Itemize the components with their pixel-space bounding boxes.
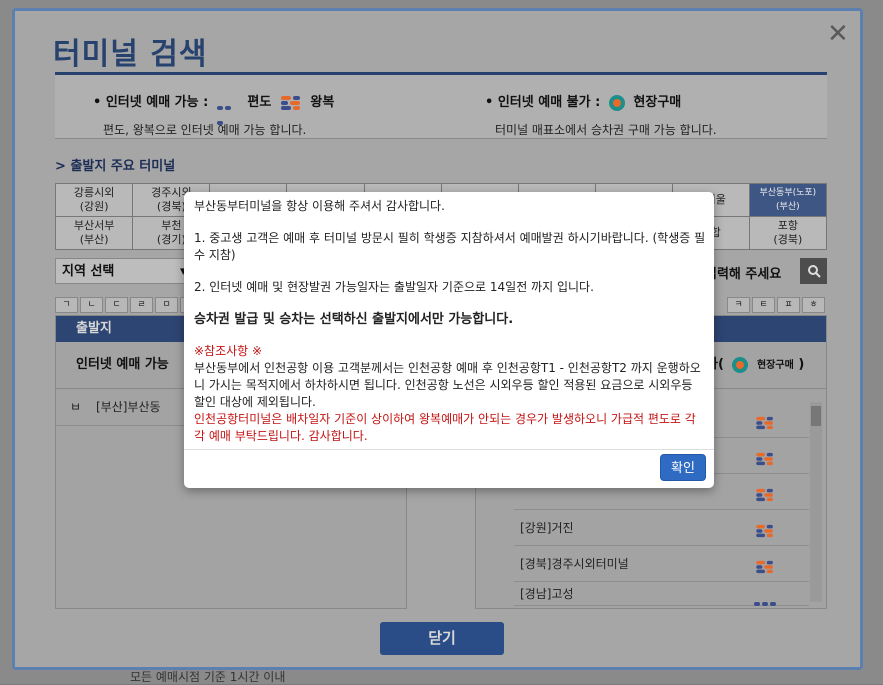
section-title: > 출발지 주요 터미널 bbox=[55, 159, 176, 174]
roundtrip-icon bbox=[280, 95, 300, 110]
search-icon[interactable] bbox=[800, 258, 827, 284]
background-text: 모든 예매시점 기준 1시간 이내 bbox=[130, 670, 286, 684]
onsite-purchase-icon bbox=[608, 94, 625, 111]
terminal-cell-selected[interactable]: 부산동부(노포) (부산) bbox=[748, 183, 828, 217]
modal-divider bbox=[184, 449, 714, 450]
region-select[interactable]: 지역 선택 ▾ bbox=[55, 258, 195, 284]
consonant-button[interactable]: ㄹ bbox=[130, 297, 153, 313]
legend-online: • 인터넷 예매 가능 : 편도 왕복 편도, 왕복으로 인터넷 예매 가능 합… bbox=[93, 95, 335, 137]
chevron-right-icon: > bbox=[55, 159, 66, 174]
booking-legend: • 인터넷 예매 가능 : 편도 왕복 편도, 왕복으로 인터넷 예매 가능 합… bbox=[55, 75, 827, 139]
consonant-button[interactable]: ㄱ bbox=[55, 297, 78, 313]
notice-modal: 부산동부터미널을 항상 이용해 주셔서 감사합니다. 1. 중고생 고객은 예매… bbox=[184, 192, 714, 488]
close-button[interactable]: 닫기 bbox=[380, 622, 504, 655]
notice-emphasis: 승차권 발급 및 승차는 선택하신 출발지에서만 가능합니다. bbox=[194, 312, 514, 327]
oneway-icon bbox=[216, 99, 239, 125]
consonant-button[interactable]: ㄷ bbox=[105, 297, 128, 313]
scrollbar[interactable] bbox=[810, 402, 822, 602]
list-item[interactable]: [강원]거진 bbox=[514, 510, 809, 546]
notice-greeting: 부산동부터미널을 항상 이용해 주셔서 감사합니다. bbox=[194, 199, 445, 213]
consonant-button[interactable]: ㅌ bbox=[752, 297, 775, 313]
terminal-cell[interactable]: 포항 (경북) bbox=[748, 216, 828, 250]
scrollbar-thumb[interactable] bbox=[811, 406, 821, 426]
oneway-icon bbox=[754, 590, 776, 614]
consonant-button[interactable]: ㄴ bbox=[80, 297, 103, 313]
consonant-button[interactable]: ㅁ bbox=[155, 297, 178, 313]
close-icon[interactable]: ✕ bbox=[827, 19, 849, 49]
list-item[interactable]: [경북]경주시외터미널 bbox=[514, 546, 809, 582]
notice-item: 1. 중고생 고객은 예매 후 터미널 방문시 필히 학생증 지참하셔서 예매발… bbox=[194, 231, 706, 262]
onsite-purchase-icon bbox=[732, 356, 749, 373]
roundtrip-icon bbox=[756, 488, 773, 502]
notice-item: 2. 인터넷 예매 및 현장발권 가능일자는 출발일자 기준으로 14일전 까지… bbox=[194, 280, 594, 294]
ok-button[interactable]: 확인 bbox=[660, 454, 706, 481]
roundtrip-icon bbox=[756, 524, 773, 538]
consonant-button[interactable]: ㅍ bbox=[777, 297, 800, 313]
legend-offline: • 인터넷 예매 불가 : 현장구매 터미널 매표소에서 승차권 구매 가능 합… bbox=[485, 94, 717, 137]
list-item[interactable]: [경남]고성 bbox=[514, 582, 809, 606]
search-input[interactable]: 입력해 주세요 bbox=[705, 263, 781, 282]
roundtrip-icon bbox=[756, 416, 773, 430]
dialog-title: 터미널 검색 bbox=[53, 37, 208, 72]
roundtrip-icon bbox=[756, 452, 773, 466]
reference-body: 부산동부에서 인천공항 이용 고객분께서는 인천공항 예매 후 인천공항T1 -… bbox=[194, 361, 701, 409]
consonant-button[interactable]: ㅋ bbox=[727, 297, 750, 313]
roundtrip-icon bbox=[756, 560, 773, 574]
reference-warning: 인천공항터미널은 배차일자 기준이 상이하여 왕복예매가 안되는 경우가 발생하… bbox=[194, 412, 696, 443]
terminal-cell[interactable]: 강릉시외 (강원) bbox=[54, 183, 134, 217]
consonant-button[interactable]: ㅎ bbox=[802, 297, 825, 313]
terminal-cell[interactable]: 부산서부 (부산) bbox=[54, 216, 134, 250]
notice-body: 부산동부터미널을 항상 이용해 주셔서 감사합니다. 1. 중고생 고객은 예매… bbox=[194, 198, 706, 445]
reference-title: ※참조사항 ※ bbox=[194, 344, 263, 358]
